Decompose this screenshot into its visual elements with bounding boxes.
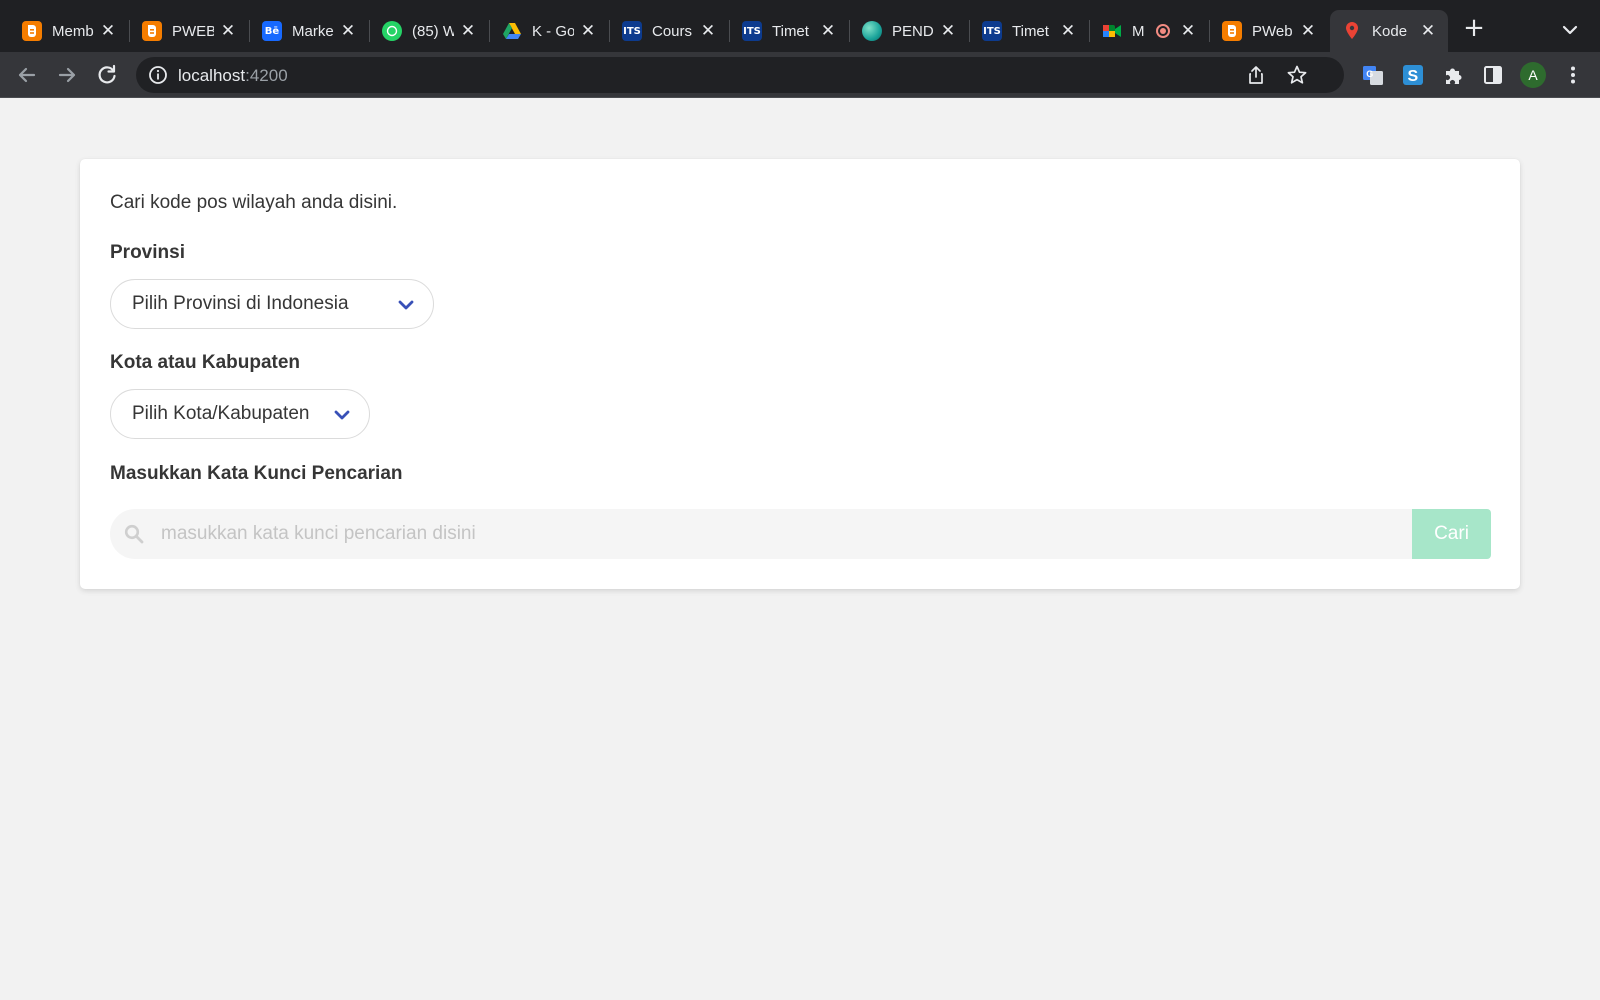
address-bar[interactable]: localhost:4200 (136, 57, 1344, 93)
tab-title: Timet (1012, 22, 1049, 40)
search-icon (124, 524, 144, 544)
browser-menu-icon[interactable] (1562, 64, 1584, 86)
tab-title: (85) W (412, 22, 454, 40)
side-panel-icon[interactable] (1482, 64, 1504, 86)
intro-text: Cari kode pos wilayah anda disini. (110, 192, 398, 213)
new-tab-button[interactable]: + (1460, 14, 1488, 42)
search-bar: Cari (110, 509, 1491, 559)
its-icon: ITS (742, 21, 762, 41)
profile-avatar[interactable]: A (1520, 62, 1546, 88)
tab-search-chevron-icon[interactable] (1558, 18, 1582, 42)
url-host: localhost (178, 66, 246, 85)
close-tab-icon[interactable]: ✕ (338, 21, 358, 41)
province-label: Provinsi (110, 242, 185, 263)
tab-title: K - Go (532, 22, 574, 40)
whatsapp-icon (382, 21, 402, 41)
browser-tab[interactable]: Memb ✕ (10, 10, 128, 52)
google-meet-icon (1102, 21, 1122, 41)
city-label: Kota atau Kabupaten (110, 352, 301, 373)
browser-tab[interactable]: Bē Marke ✕ (250, 10, 368, 52)
close-tab-icon[interactable]: ✕ (1058, 21, 1078, 41)
google-drive-icon (502, 21, 522, 41)
browser-tab[interactable]: (85) W ✕ (370, 10, 488, 52)
close-tab-icon[interactable]: ✕ (698, 21, 718, 41)
browser-tab[interactable]: ITS Timet ✕ (970, 10, 1088, 52)
sphere-icon (862, 21, 882, 41)
province-select[interactable]: Pilih Provinsi di Indonesia (110, 279, 434, 329)
browser-tab[interactable]: PWeb ✕ (1210, 10, 1328, 52)
share-icon[interactable] (1246, 65, 1266, 85)
search-input[interactable] (110, 509, 1412, 559)
s-extension-icon[interactable]: S (1402, 64, 1424, 86)
chevron-down-icon (334, 410, 350, 420)
close-tab-icon[interactable]: ✕ (458, 21, 478, 41)
browser-tab[interactable]: PEND ✕ (850, 10, 968, 52)
chevron-down-icon (398, 300, 414, 310)
its-icon: ITS (982, 21, 1002, 41)
search-button[interactable]: Cari (1412, 509, 1491, 559)
tab-title: Timet (772, 22, 809, 40)
its-icon: ITS (622, 21, 642, 41)
close-tab-icon[interactable]: ✕ (818, 21, 838, 41)
svg-text:S: S (1408, 68, 1419, 85)
tab-title: PWEB (172, 22, 214, 40)
forward-icon[interactable] (54, 62, 80, 88)
close-tab-icon[interactable]: ✕ (1178, 21, 1198, 41)
back-icon[interactable] (14, 62, 40, 88)
bookmark-star-icon[interactable] (1286, 64, 1308, 86)
svg-text:G: G (1366, 69, 1373, 79)
keyword-label: Masukkan Kata Kunci Pencarian (110, 463, 403, 484)
close-tab-icon[interactable]: ✕ (1298, 21, 1318, 41)
blogger-icon (22, 21, 42, 41)
browser-toolbar: localhost:4200 G S A (0, 52, 1600, 98)
browser-tab[interactable]: ITS Cours ✕ (610, 10, 728, 52)
behance-icon: Bē (262, 21, 282, 41)
browser-tab[interactable]: Kode ✕ (1330, 10, 1448, 52)
google-translate-icon[interactable]: G (1362, 64, 1384, 86)
site-info-icon[interactable] (148, 65, 168, 85)
browser-tab-strip: Memb ✕ PWEB ✕ Bē Marke ✕ (85) W ✕ K - Go ✕ ITS Cours… (0, 0, 1600, 52)
close-tab-icon[interactable]: ✕ (938, 21, 958, 41)
map-pin-icon (1342, 21, 1362, 41)
browser-tab[interactable]: M ✕ (1090, 10, 1208, 52)
close-tab-icon[interactable]: ✕ (1418, 21, 1438, 41)
tab-title: Memb (52, 22, 94, 40)
recording-indicator-icon (1156, 24, 1170, 38)
tab-title: Marke (292, 22, 334, 40)
url-text[interactable]: localhost:4200 (178, 66, 288, 86)
reload-icon[interactable] (94, 62, 120, 88)
postal-code-search-card: Cari kode pos wilayah anda disini. Provi… (80, 159, 1520, 589)
tab-title: M (1132, 22, 1145, 40)
browser-tab[interactable]: PWEB ✕ (130, 10, 248, 52)
tab-title: PWeb (1252, 22, 1293, 40)
close-tab-icon[interactable]: ✕ (218, 21, 238, 41)
browser-tab[interactable]: K - Go ✕ (490, 10, 608, 52)
close-tab-icon[interactable]: ✕ (578, 21, 598, 41)
city-select-value: Pilih Kota/Kabupaten (132, 403, 310, 424)
tab-title: PEND (892, 22, 934, 40)
blogger-icon (142, 21, 162, 41)
city-select[interactable]: Pilih Kota/Kabupaten (110, 389, 370, 439)
browser-tab[interactable]: ITS Timet ✕ (730, 10, 848, 52)
tab-title: Kode (1372, 22, 1408, 40)
blogger-icon (1222, 21, 1242, 41)
tab-title: Cours (652, 22, 693, 40)
url-port: :4200 (245, 66, 288, 85)
province-select-value: Pilih Provinsi di Indonesia (132, 293, 349, 314)
extensions-puzzle-icon[interactable] (1442, 64, 1464, 86)
close-tab-icon[interactable]: ✕ (98, 21, 118, 41)
